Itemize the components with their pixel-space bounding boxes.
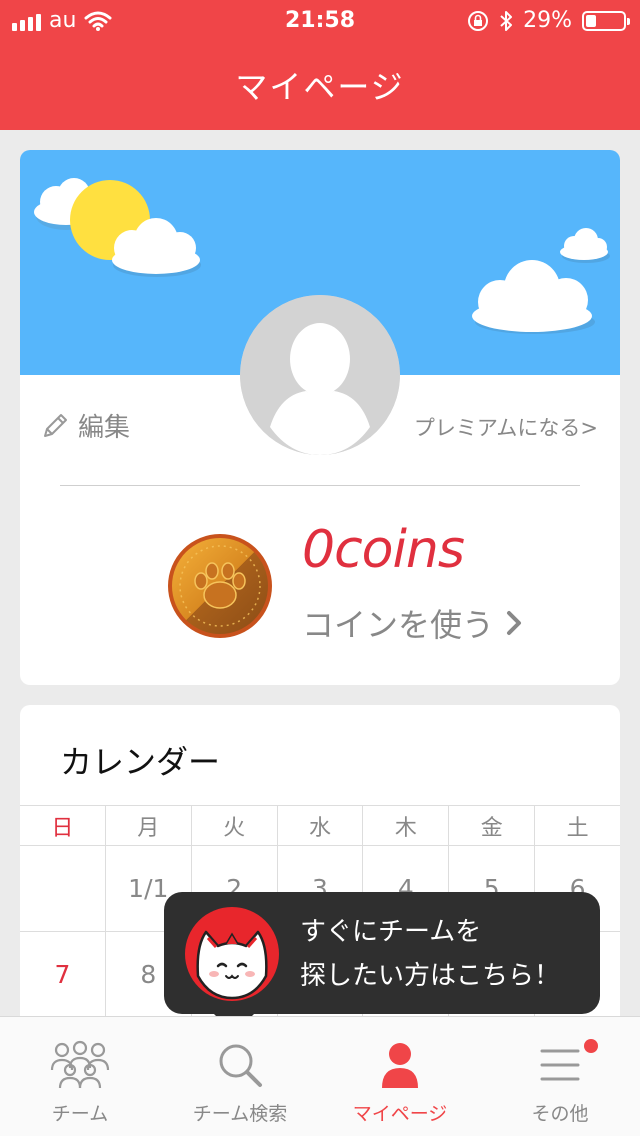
use-coins-label: コインを使う <box>302 606 495 644</box>
nav-bar: マイページ <box>0 40 640 130</box>
weekday-label: 火 <box>190 806 277 845</box>
calendar-day[interactable] <box>20 846 105 931</box>
coins-count: 0coins <box>302 520 465 580</box>
tab-team-search[interactable]: チーム検索 <box>160 1017 320 1136</box>
tab-mypage[interactable]: マイページ <box>320 1017 480 1136</box>
orientation-lock-icon <box>468 10 489 31</box>
calendar-title: カレンダー <box>60 743 221 781</box>
use-coins-button[interactable]: コインを使う <box>302 600 522 646</box>
weekday-header: 日 月 火 水 木 金 土 <box>20 805 620 845</box>
search-icon <box>219 1044 262 1087</box>
tooltip-line-1: すぐにチームを <box>300 917 482 947</box>
weekday-label: 木 <box>362 806 448 845</box>
status-bar: au 21:58 29% <box>0 0 640 40</box>
battery-percent: 29% <box>523 8 572 33</box>
weekday-label: 月 <box>104 806 191 845</box>
profile-card: 編集 プレミアムになる> 0coins コインを使う <box>20 150 620 685</box>
avatar[interactable] <box>240 295 400 455</box>
tab-bar: チーム チーム検索 マイページ その他 <box>0 1016 640 1136</box>
page-title: マイページ <box>235 68 405 106</box>
tab-label: マイページ <box>352 1103 448 1125</box>
tab-other[interactable]: その他 <box>480 1017 640 1136</box>
weekday-label: 金 <box>448 806 534 845</box>
menu-icon <box>540 1049 580 1081</box>
default-avatar-icon <box>240 295 400 455</box>
calendar-day[interactable]: 7 <box>20 932 105 1017</box>
chevron-right-icon <box>507 611 522 635</box>
notification-dot <box>584 1039 598 1053</box>
edit-label: 編集 <box>78 413 131 443</box>
weekday-label: 水 <box>276 806 363 845</box>
tab-label: その他 <box>531 1103 589 1125</box>
tab-team[interactable]: チーム <box>0 1017 160 1136</box>
tab-label: チーム検索 <box>192 1103 288 1125</box>
premium-link[interactable]: プレミアムになる> <box>414 412 598 442</box>
battery-icon <box>582 10 630 31</box>
bluetooth-icon <box>500 10 513 31</box>
tooltip-line-2: 探したい方はこちら！ <box>300 961 561 991</box>
person-icon <box>382 1043 418 1088</box>
pencil-icon <box>44 413 67 437</box>
weekday-label: 土 <box>534 806 620 845</box>
cat-mascot-icon <box>185 907 279 1001</box>
team-icon <box>50 1040 110 1089</box>
divider <box>60 485 580 486</box>
paw-coin-icon <box>168 534 272 638</box>
edit-profile-button[interactable]: 編集 <box>40 407 130 444</box>
weekday-label: 日 <box>51 815 74 841</box>
team-search-tooltip[interactable]: すぐにチームを 探したい方はこちら！ <box>164 892 600 1034</box>
tab-label: チーム <box>51 1103 109 1125</box>
